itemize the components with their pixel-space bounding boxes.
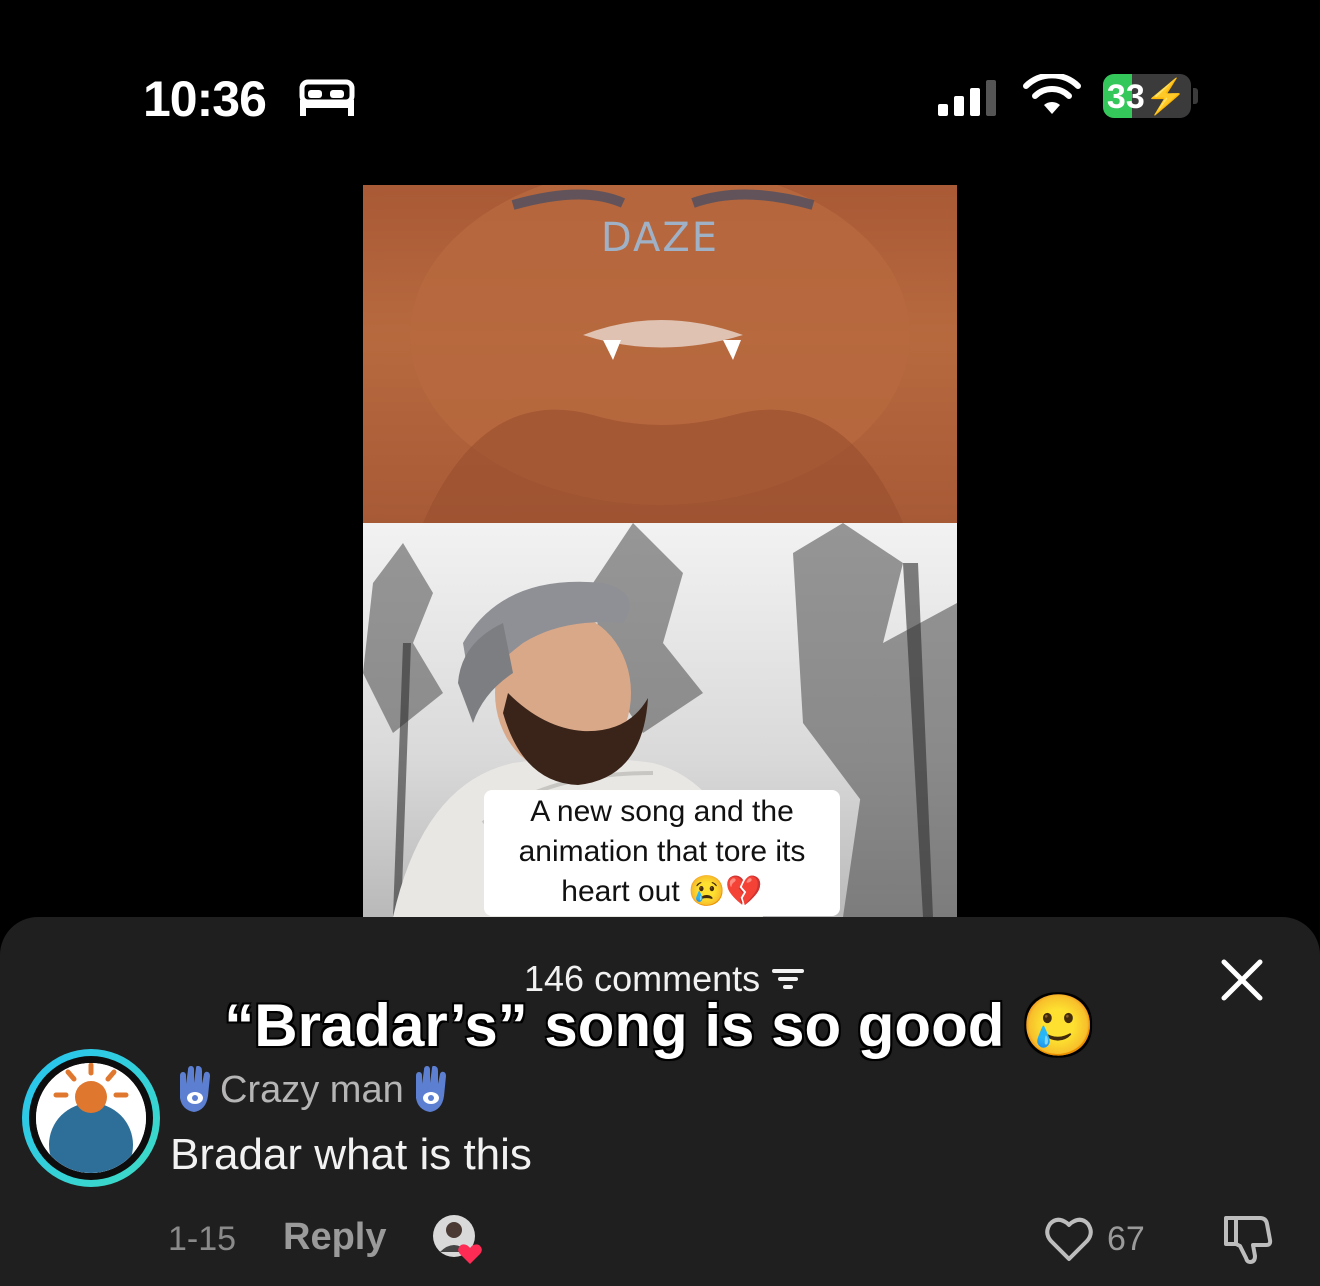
battery-cap — [1193, 88, 1198, 104]
charging-bolt-icon: ⚡ — [1144, 78, 1188, 116]
heart-icon[interactable] — [1044, 1215, 1094, 1263]
hamsa-icon — [180, 1066, 210, 1112]
video-top-frame: DAZE — [363, 185, 957, 523]
wifi-icon — [1023, 74, 1081, 114]
video-player[interactable]: DAZE A new song and the animation that t… — [363, 185, 957, 917]
thumbs-down-icon[interactable] — [1222, 1212, 1274, 1266]
battery-level: 33⚡ — [1106, 78, 1188, 116]
comment-username[interactable]: Crazy man — [172, 1066, 452, 1114]
reply-button[interactable]: Reply — [283, 1216, 386, 1259]
username-text: Crazy man — [220, 1068, 404, 1111]
status-time: 10:36 — [143, 71, 267, 127]
hamsa-icon — [415, 1066, 446, 1112]
video-caption: A new song and the animation that tore i… — [484, 790, 840, 916]
signal-icon — [938, 80, 996, 116]
comment-date: 1-15 — [168, 1220, 237, 1258]
avatar-image — [36, 1063, 146, 1173]
like-count: 67 — [1107, 1220, 1145, 1258]
comment-text: Bradar what is this — [170, 1130, 532, 1179]
bed-icon — [299, 79, 355, 116]
video-logo: DAZE — [600, 215, 720, 261]
creator-liked-avatar — [433, 1215, 482, 1264]
video-bottom-frame: A new song and the animation that tore i… — [363, 523, 957, 917]
overlay-caption: “Bradar’s” song is so good 🥲 — [224, 992, 1096, 1059]
commenter-avatar[interactable] — [22, 1049, 160, 1187]
battery-indicator: 33⚡ — [1103, 74, 1191, 118]
